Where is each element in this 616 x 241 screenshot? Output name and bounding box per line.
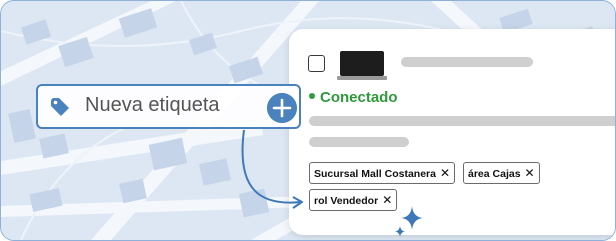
- tag-chip[interactable]: área Cajas ✕: [463, 162, 540, 184]
- detail-placeholder-line: [309, 116, 615, 126]
- remove-tag-icon[interactable]: ✕: [525, 166, 535, 180]
- tag-chip[interactable]: rol Vendedor ✕: [309, 189, 398, 211]
- laptop-icon: [337, 51, 387, 80]
- plus-icon[interactable]: [267, 93, 297, 123]
- tag-chip-label: área Cajas: [468, 168, 521, 180]
- detail-placeholder-line-short: [309, 137, 409, 147]
- tag-icon: [51, 98, 69, 116]
- tag-chip[interactable]: Sucursal Mall Costanera ✕: [309, 162, 456, 184]
- tag-chip-label: rol Vendedor: [314, 195, 379, 207]
- new-tag-label: Nueva etiqueta: [85, 94, 220, 116]
- new-tag-button[interactable]: Nueva etiqueta: [36, 84, 301, 129]
- tag-assignment-illustration: Conectado Sucursal Mall Costanera ✕ área …: [0, 0, 616, 241]
- remove-tag-icon[interactable]: ✕: [382, 193, 392, 207]
- device-card: Conectado Sucursal Mall Costanera ✕ área …: [289, 29, 615, 235]
- remove-tag-icon[interactable]: ✕: [440, 166, 450, 180]
- connection-status-label: Conectado: [320, 89, 398, 106]
- status-dot-icon: [309, 93, 315, 100]
- select-checkbox[interactable]: [308, 55, 325, 72]
- device-name-placeholder: [401, 57, 533, 67]
- connection-status: Conectado: [309, 89, 398, 106]
- tag-chip-label: Sucursal Mall Costanera: [314, 168, 436, 180]
